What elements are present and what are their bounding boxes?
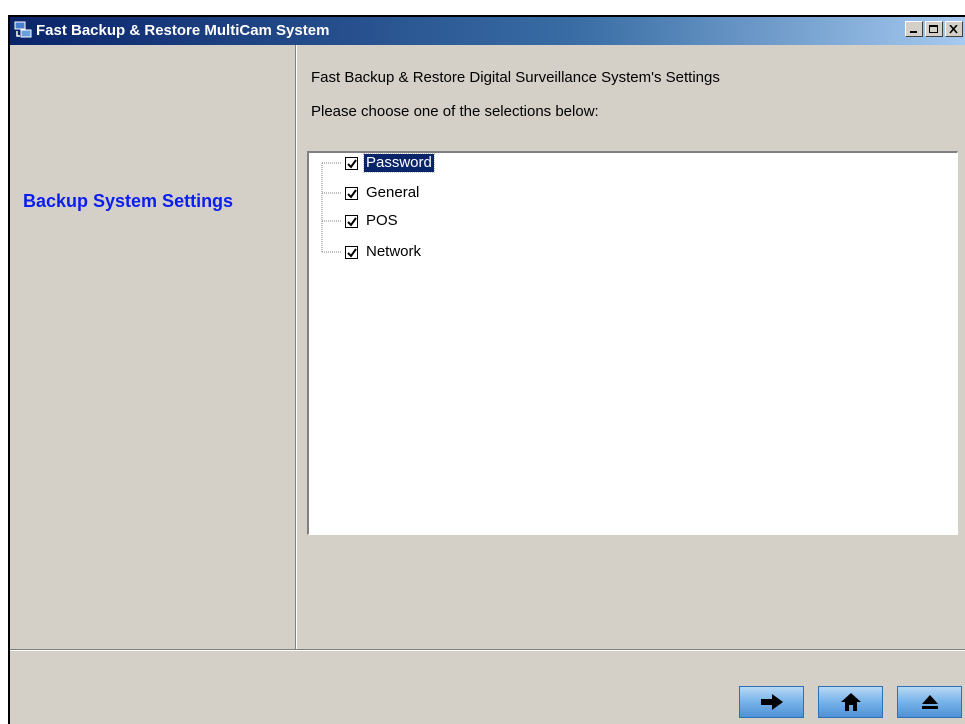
checkmark-icon [347, 158, 357, 169]
sidebar-section-label: Backup System Settings [23, 191, 234, 211]
close-button[interactable] [945, 21, 963, 37]
network-checkbox[interactable] [345, 245, 358, 259]
settings-tree[interactable]: Password General POS Network [307, 151, 958, 535]
password-checkbox[interactable] [345, 156, 358, 170]
close-icon [949, 25, 958, 34]
minimize-icon [910, 31, 917, 33]
checkmark-icon [347, 188, 357, 199]
maximize-icon [929, 25, 938, 33]
next-button[interactable] [739, 686, 804, 718]
pos-checkbox[interactable] [345, 214, 358, 228]
tree-item-label: POS [366, 212, 398, 229]
maximize-button[interactable] [925, 21, 943, 37]
tree-item-general[interactable]: General [345, 183, 421, 203]
arrow-right-icon [760, 694, 783, 710]
checkmark-icon [347, 216, 357, 227]
tree-item-label: Network [366, 243, 422, 260]
instruction-text: Please choose one of the selections belo… [311, 103, 599, 120]
tree-connector-lines [321, 162, 342, 253]
checkmark-icon [347, 247, 357, 258]
vertical-divider [295, 45, 297, 649]
home-button[interactable] [818, 686, 883, 718]
title-bar[interactable]: Fast Backup & Restore MultiCam System [10, 17, 965, 45]
tree-item-label: General [366, 184, 420, 201]
app-window: Fast Backup & Restore MultiCam System Ba… [8, 15, 965, 724]
tree-item-pos[interactable]: POS [345, 211, 400, 231]
minimize-button[interactable] [905, 21, 923, 37]
tree-item-password[interactable]: Password [345, 153, 435, 173]
sidebar: Backup System Settings [10, 45, 295, 649]
general-checkbox[interactable] [345, 186, 358, 200]
page-heading: Fast Backup & Restore Digital Surveillan… [311, 69, 720, 86]
footer-divider [10, 649, 965, 651]
window-title: Fast Backup & Restore MultiCam System [36, 22, 330, 39]
eject-button[interactable] [897, 686, 962, 718]
home-icon [840, 693, 861, 711]
app-icon [14, 21, 32, 39]
eject-icon [921, 695, 938, 709]
tree-item-network[interactable]: Network [345, 242, 423, 262]
tree-item-label: Password [363, 153, 435, 173]
